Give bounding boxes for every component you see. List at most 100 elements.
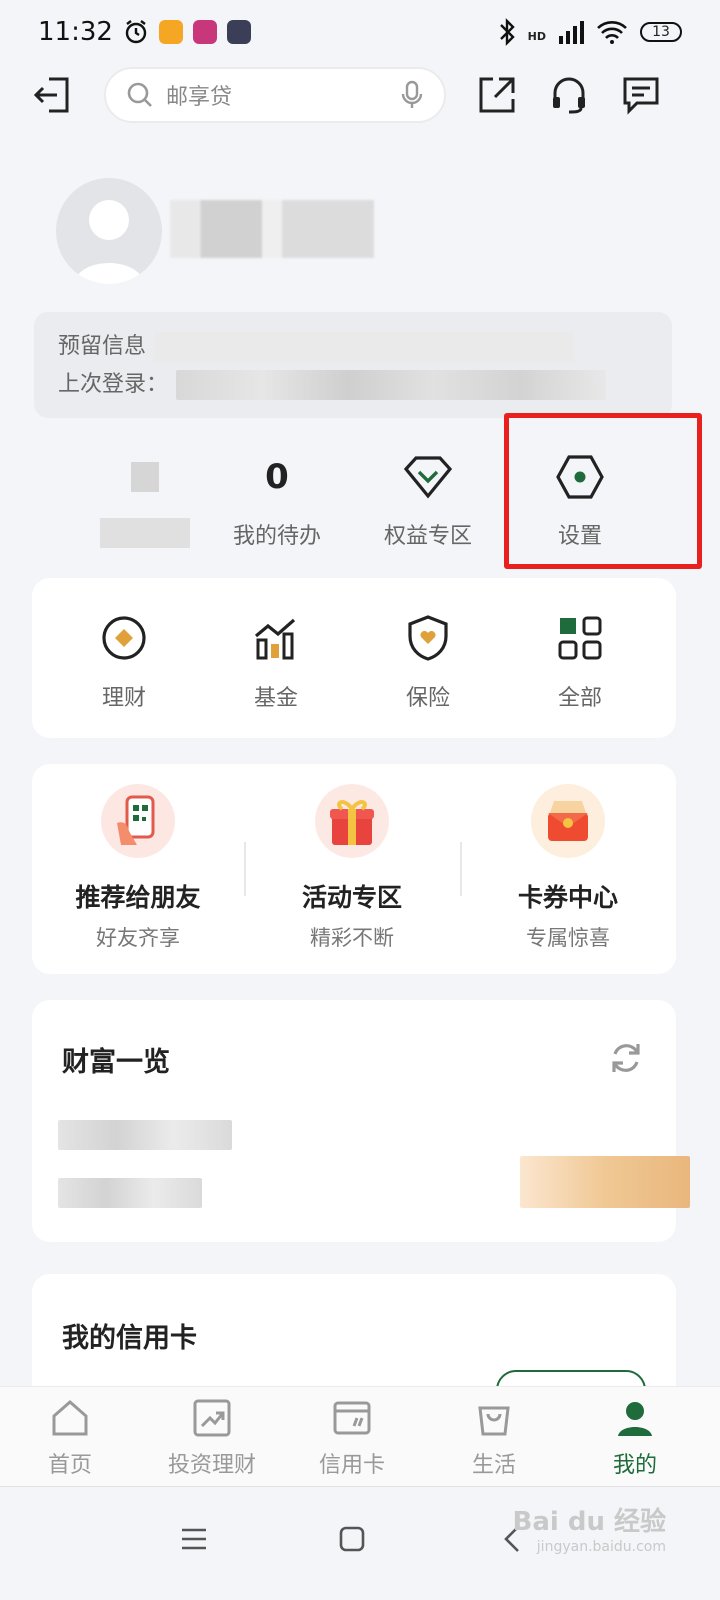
service-label: 基金 <box>253 686 298 711</box>
my-todo-item[interactable]: 0 我的待办 <box>202 450 352 560</box>
avatar[interactable] <box>56 178 162 284</box>
watermark-url: jingyan.baidu.com <box>536 1539 666 1555</box>
status-system-icons: HD 13 <box>498 18 682 46</box>
todo-label: 我的待办 <box>232 524 321 549</box>
last-login-row: 上次登录： <box>58 366 648 404</box>
diamond-icon <box>403 456 453 499</box>
microphone-icon[interactable] <box>400 80 424 110</box>
points-label-redacted <box>100 518 190 548</box>
credit-card-icon <box>333 1401 371 1435</box>
tab-investment[interactable]: 投资理财 <box>152 1395 272 1479</box>
search-input[interactable]: 邮享贷 <box>166 79 400 111</box>
tab-mine[interactable]: 我的 <box>575 1395 695 1479</box>
square-icon <box>339 1526 365 1552</box>
logout-button[interactable] <box>30 72 76 118</box>
gift-icon <box>315 784 389 858</box>
messages-button[interactable] <box>618 72 664 118</box>
reserved-info-redacted <box>154 332 575 362</box>
promo-subtitle: 好友齐享 <box>96 926 180 950</box>
wealth-banner-redacted <box>520 1156 690 1208</box>
points-item-redacted[interactable] <box>70 450 220 560</box>
tab-life[interactable]: 生活 <box>434 1395 554 1479</box>
status-notification-icons <box>123 19 251 45</box>
divider <box>244 842 246 896</box>
fund-icon <box>254 618 296 660</box>
reserved-info-row: 预留信息 <box>58 328 648 366</box>
tab-label: 投资理财 <box>167 1453 256 1478</box>
tab-label: 我的 <box>612 1453 657 1478</box>
network-type: HD <box>527 30 546 43</box>
customer-service-button[interactable] <box>546 72 592 118</box>
top-nav: 邮享贷 <box>0 64 720 128</box>
recent-apps-button[interactable] <box>164 1509 224 1569</box>
service-item-insurance[interactable]: 保险 <box>378 614 478 712</box>
default-avatar-icon <box>74 200 144 284</box>
investment-icon <box>193 1399 231 1437</box>
promo-title: 活动专区 <box>301 883 402 912</box>
promo-title: 卡券中心 <box>517 883 618 912</box>
rights-icon-wrap <box>353 450 503 504</box>
points-value-redacted <box>70 450 220 504</box>
last-login-redacted <box>176 370 607 400</box>
coupon-icon <box>531 784 605 858</box>
promo-item-recommend[interactable]: 推荐给朋友 好友齐享 <box>48 784 228 952</box>
app-notification-icon <box>226 20 251 44</box>
alarm-icon <box>125 20 147 44</box>
service-item-wealth[interactable]: 理财 <box>74 614 174 712</box>
tab-home[interactable]: 首页 <box>10 1395 130 1479</box>
promo-title: 推荐给朋友 <box>75 883 201 912</box>
wifi-icon <box>597 21 627 44</box>
todo-count: 0 <box>265 457 289 497</box>
service-item-all[interactable]: 全部 <box>530 614 630 712</box>
battery-indicator: 13 <box>640 22 682 42</box>
status-bar: 11:32 HD 13 <box>0 0 720 64</box>
bottom-tab-bar: 首页 投资理财 信用卡 生活 我的 <box>0 1386 720 1486</box>
wealth-overview-card: 财富一览 <box>32 1000 690 1242</box>
shopping-bag-icon <box>478 1406 510 1436</box>
rights-label: 权益专区 <box>383 524 472 549</box>
refresh-icon[interactable] <box>608 1040 644 1076</box>
service-item-fund[interactable]: 基金 <box>226 614 326 712</box>
search-icon <box>127 82 152 107</box>
bluetooth-icon <box>499 18 515 46</box>
insurance-icon <box>408 615 448 661</box>
search-bar[interactable]: 邮享贷 <box>104 67 446 123</box>
annotation-highlight-box <box>504 413 702 569</box>
promotions-card: 推荐给朋友 好友齐享 活动专区 精彩不断 卡券中心 专属惊喜 <box>32 764 676 974</box>
recommend-icon <box>101 784 175 858</box>
rights-zone-item[interactable]: 权益专区 <box>353 450 503 560</box>
home-icon <box>52 1400 88 1436</box>
service-label: 理财 <box>101 686 146 711</box>
share-button[interactable] <box>474 72 520 118</box>
promo-subtitle: 精彩不断 <box>310 926 394 950</box>
promo-item-coupons[interactable]: 卡券中心 专属惊喜 <box>478 784 658 952</box>
user-icon <box>618 1402 652 1436</box>
services-card: 理财 基金 保险 全部 <box>32 578 676 738</box>
user-info-card: 预留信息 上次登录： <box>34 312 672 418</box>
promo-subtitle: 专属惊喜 <box>526 926 610 950</box>
tab-label: 首页 <box>47 1453 92 1478</box>
home-button[interactable] <box>322 1509 382 1569</box>
user-name-redacted <box>170 200 374 258</box>
message-icon <box>623 77 659 115</box>
wealth-title: 财富一览 <box>62 1047 170 1078</box>
app-notification-icon <box>192 20 217 44</box>
headset-icon <box>553 77 585 114</box>
exit-icon <box>33 77 69 113</box>
menu-icon <box>182 1528 206 1550</box>
watermark-text: Bai du 经验 <box>512 1507 667 1537</box>
app-notification-icon <box>158 20 183 44</box>
wealth-amount-redacted <box>58 1178 202 1208</box>
status-time: 11:32 <box>38 17 113 47</box>
tab-credit-card[interactable]: 信用卡 <box>292 1395 412 1479</box>
share-icon <box>479 77 515 113</box>
system-navigation-bar: Bai du 经验 jingyan.baidu.com <box>0 1486 720 1600</box>
promo-item-activities[interactable]: 活动专区 精彩不断 <box>262 784 442 952</box>
all-apps-icon <box>558 616 602 660</box>
service-label: 保险 <box>405 686 450 711</box>
last-login-label: 上次登录： <box>58 372 169 397</box>
battery-level: 13 <box>652 24 670 40</box>
tab-label: 生活 <box>471 1453 516 1478</box>
divider <box>460 842 462 896</box>
signal-icon <box>559 21 584 44</box>
